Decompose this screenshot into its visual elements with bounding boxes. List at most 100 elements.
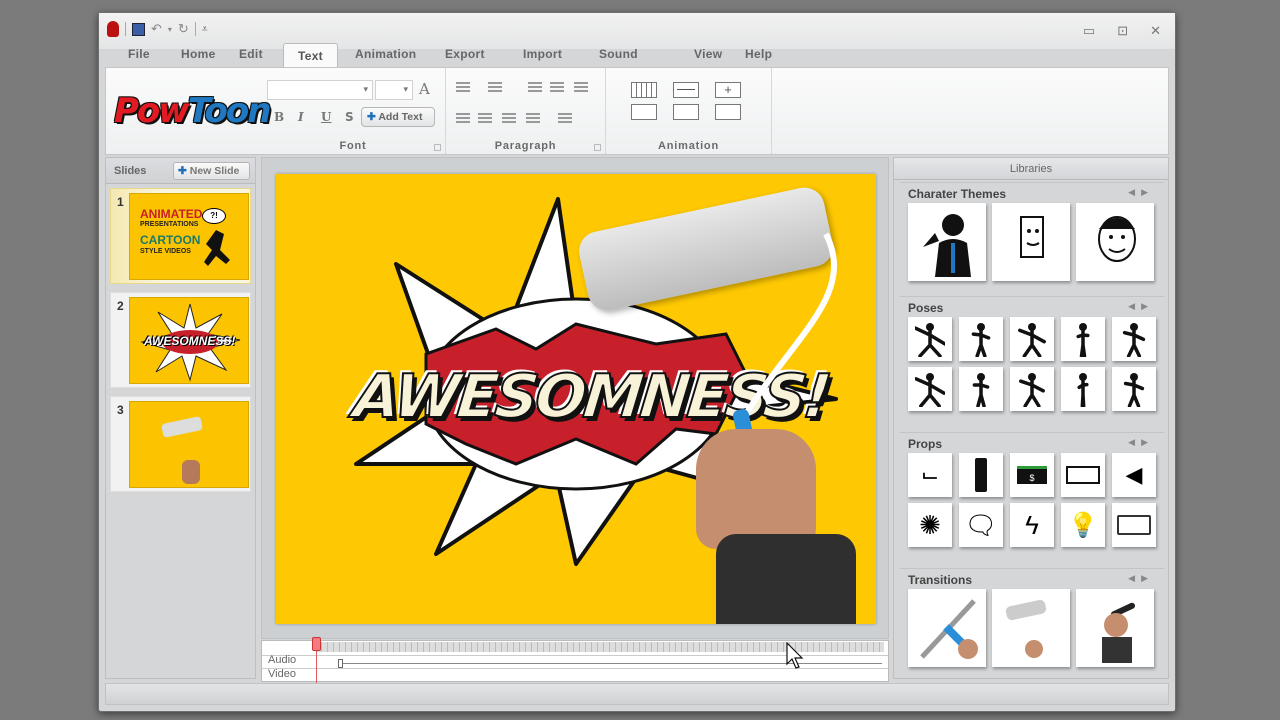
tab-view[interactable]: View: [694, 47, 722, 61]
stick-figure-icon: [1077, 373, 1089, 407]
font-family-select[interactable]: ▾: [267, 80, 373, 100]
undo-dropdown-icon[interactable]: ▾: [168, 25, 172, 34]
monitor-icon: [1066, 466, 1100, 484]
prop-laptop[interactable]: ⌙: [908, 453, 952, 497]
stick-figure-icon: [1076, 323, 1090, 357]
add-animation-icon[interactable]: +: [715, 82, 741, 98]
pose-wave[interactable]: [908, 317, 952, 361]
tab-import[interactable]: Import: [523, 47, 562, 61]
transition-hand-marker[interactable]: [1076, 589, 1154, 667]
tab-file[interactable]: File: [128, 47, 150, 61]
pose-sit[interactable]: [959, 317, 1003, 361]
new-slide-button[interactable]: ✚ New Slide: [173, 162, 250, 180]
scale-animation-icon[interactable]: [715, 104, 741, 120]
underline-button[interactable]: U: [321, 110, 331, 124]
prop-megaphone[interactable]: ◀: [1112, 453, 1156, 497]
pose-hands-head[interactable]: [959, 367, 1003, 411]
line-spacing-icon[interactable]: [574, 82, 588, 92]
quick-access-toolbar: ↶ ▾ ↻ ⩡: [107, 21, 207, 37]
strikethrough-button[interactable]: S: [345, 110, 354, 124]
slide-thumbnail-2[interactable]: 2 AWESOMNESS!: [110, 292, 251, 388]
prop-phone[interactable]: [959, 453, 1003, 497]
grow-font-button[interactable]: A: [419, 80, 430, 98]
pose-run[interactable]: [1112, 367, 1156, 411]
slide-preview: AWESOMNESS!: [129, 297, 249, 384]
curve-animation-icon[interactable]: [673, 104, 699, 120]
pose-point[interactable]: [1010, 317, 1054, 361]
character-cartoon-face[interactable]: [1076, 203, 1154, 281]
slope-animation-icon[interactable]: [631, 104, 657, 120]
tab-export[interactable]: Export: [445, 47, 485, 61]
libraries-panel: Libraries Charater Themes ◀▶ Poses ◀▶ Pr…: [893, 157, 1169, 679]
character-sketch[interactable]: [992, 203, 1070, 281]
prop-explosion[interactable]: ✺: [908, 503, 952, 547]
prop-frame[interactable]: [1112, 503, 1156, 547]
slides-panel: Slides ✚ New Slide 1 ANIMATED PRESENTATI…: [105, 157, 256, 679]
pose-walk[interactable]: [1112, 317, 1156, 361]
tab-text[interactable]: Text: [283, 43, 338, 69]
align-right-icon[interactable]: [502, 113, 516, 123]
prop-monitor[interactable]: [1061, 453, 1105, 497]
section-nav-arrows[interactable]: ◀▶: [1128, 187, 1154, 198]
transition-paint-roller[interactable]: [992, 589, 1070, 667]
tab-home[interactable]: Home: [181, 47, 216, 61]
section-nav-arrows[interactable]: ◀▶: [1128, 437, 1154, 448]
italic-button[interactable]: I: [298, 110, 304, 124]
stick-figure-icon: [915, 373, 945, 407]
library-poses: Poses ◀▶: [900, 296, 1164, 420]
tab-sound[interactable]: Sound: [599, 47, 638, 61]
slide-thumbnail-1[interactable]: 1 ANIMATED PRESENTATIONS CARTOON STYLE V…: [110, 188, 251, 284]
prop-lightbulb[interactable]: 💡: [1061, 503, 1105, 547]
prop-money-briefcase[interactable]: $: [1010, 453, 1054, 497]
prop-lightning[interactable]: ϟ: [1010, 503, 1054, 547]
window-controls: ▭ ⊡ ✕: [1083, 23, 1161, 39]
app-menu-icon[interactable]: [107, 21, 119, 37]
pose-split[interactable]: [1061, 367, 1105, 411]
undo-icon[interactable]: ↶: [151, 21, 162, 37]
bold-button[interactable]: B: [274, 110, 284, 124]
redo-icon[interactable]: ↻: [178, 21, 189, 37]
tab-help[interactable]: Help: [745, 47, 772, 61]
columns-animation-icon[interactable]: [631, 82, 657, 98]
slide-text: ANIMATED: [140, 207, 203, 221]
paragraph-dialog-launcher[interactable]: [594, 144, 601, 151]
hand-graphic: [696, 429, 816, 549]
slide-canvas[interactable]: AWESOMNESS!: [276, 174, 876, 624]
numbered-list-icon[interactable]: [488, 82, 502, 92]
section-nav-arrows[interactable]: ◀▶: [1128, 301, 1154, 312]
font-dialog-launcher[interactable]: [434, 144, 441, 151]
customize-toolbar-icon[interactable]: ⩡: [202, 24, 208, 35]
maximize-button[interactable]: ⊡: [1117, 23, 1128, 39]
decrease-indent-icon[interactable]: [528, 82, 542, 92]
font-size-select[interactable]: ▾: [375, 80, 413, 100]
pose-think[interactable]: [908, 367, 952, 411]
align-center-icon[interactable]: [478, 113, 492, 123]
tab-edit[interactable]: Edit: [239, 47, 263, 61]
bullet-list-icon[interactable]: [456, 82, 470, 92]
prop-speech-bubble[interactable]: 🗨: [959, 503, 1003, 547]
add-text-button[interactable]: ✚ Add Text: [361, 107, 435, 127]
tab-animation[interactable]: Animation: [355, 47, 416, 61]
laptop-icon: ⌙: [920, 462, 940, 487]
move-path-icon[interactable]: [673, 82, 699, 98]
increase-indent-icon[interactable]: [550, 82, 564, 92]
align-left-icon[interactable]: [456, 113, 470, 123]
playhead-handle[interactable]: [312, 637, 321, 651]
justify-icon[interactable]: [526, 113, 540, 123]
transition-squeegee[interactable]: [908, 589, 986, 667]
minimize-button[interactable]: ▭: [1083, 23, 1095, 39]
slide-thumbnail-3[interactable]: 3: [110, 396, 251, 492]
section-nav-arrows[interactable]: ◀▶: [1128, 573, 1154, 584]
columns-icon[interactable]: [558, 113, 572, 123]
character-figure: [204, 230, 230, 266]
audio-track-label: Audio: [268, 654, 297, 666]
hand-graphic: [182, 460, 200, 484]
pose-jump[interactable]: [1061, 317, 1105, 361]
audio-start-handle[interactable]: [338, 659, 343, 668]
phone-icon: [975, 458, 987, 492]
pose-lying[interactable]: [1010, 367, 1054, 411]
close-button[interactable]: ✕: [1150, 23, 1161, 39]
plus-icon: ✚: [367, 111, 376, 123]
character-stick-business[interactable]: [908, 203, 986, 281]
save-icon[interactable]: [132, 22, 145, 36]
